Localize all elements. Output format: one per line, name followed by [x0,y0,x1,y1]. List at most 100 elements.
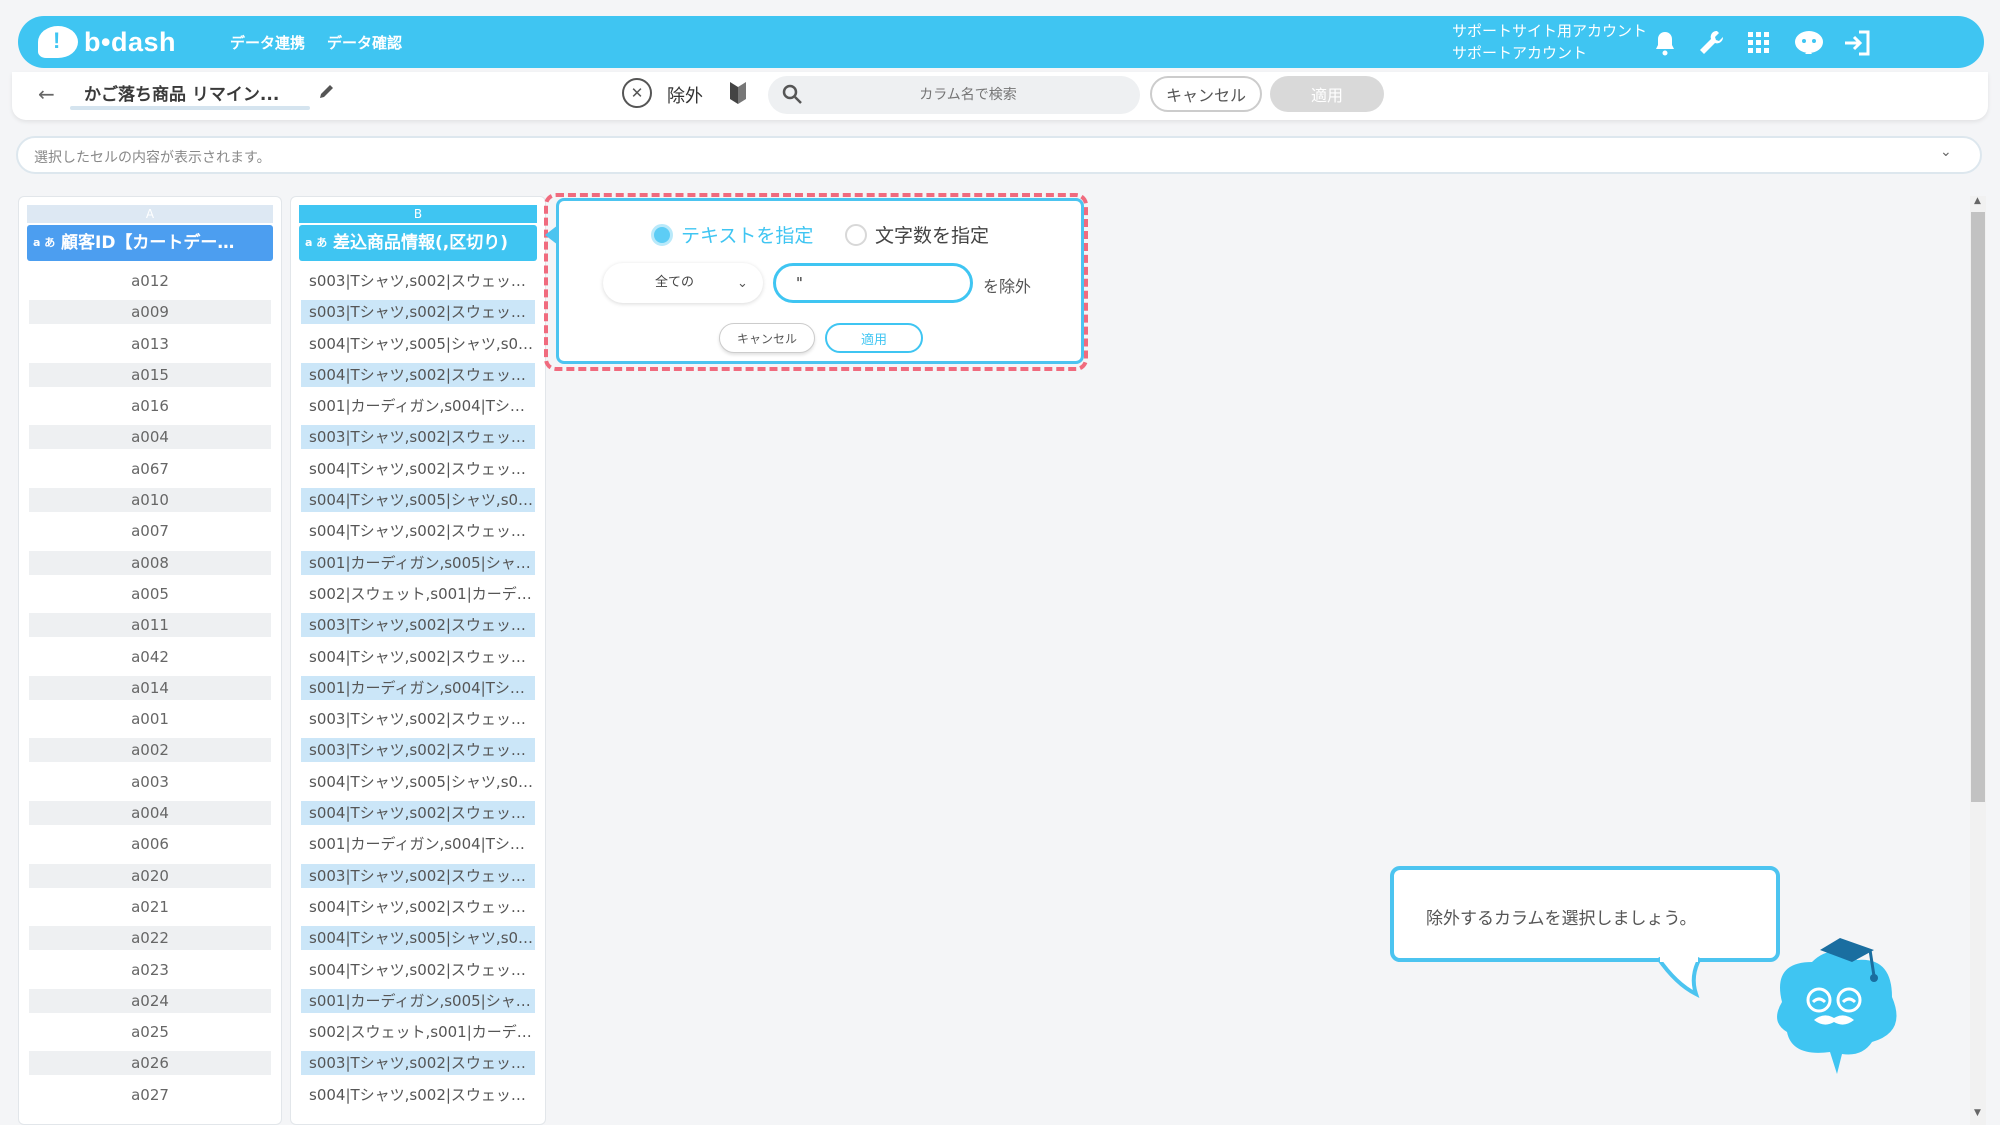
table-cell[interactable]: a024 [29,988,271,1013]
table-cell[interactable]: s004|Tシャツ,s002|スウェッ… [301,362,535,387]
account-info[interactable]: サポートサイト用アカウント サポートアカウント [1452,20,1647,64]
table-cell[interactable]: a001 [29,707,271,731]
table-cell[interactable]: s001|カーディガン,s004|Tシ… [301,832,535,856]
scrollbar-thumb[interactable] [1971,212,1985,802]
scroll-up-arrow-icon[interactable]: ▲ [1974,196,1981,206]
back-arrow-icon[interactable]: ← [38,82,55,106]
table-cell[interactable]: s004|Tシャツ,s005|シャツ,s0… [301,488,535,513]
nav-data-check[interactable]: データ確認 [327,32,402,53]
beginner-mark-icon[interactable] [728,80,748,110]
flow-name[interactable]: かご落ち商品 リマイン... [84,80,279,105]
table-cell[interactable]: s004|Tシャツ,s002|スウェッ… [301,457,535,481]
table-cell[interactable]: s004|Tシャツ,s005|シャツ,s0… [301,926,535,951]
column-search[interactable] [768,76,1140,114]
table-cell[interactable]: a002 [29,738,271,763]
table-cell[interactable]: s003|Tシャツ,s002|スウェッ… [301,1051,535,1076]
account-name: サポートサイト用アカウント [1452,22,1648,40]
table-cell[interactable]: a020 [29,863,271,888]
cancel-button[interactable]: キャンセル [1150,76,1262,112]
radio-specify-text[interactable]: テキストを指定 [651,221,813,248]
table-cell[interactable]: a008 [29,550,271,575]
table-cell[interactable]: s001|カーディガン,s005|シャ… [301,988,535,1013]
app-logo[interactable]: b•dash [38,26,208,58]
exclude-text-input[interactable] [773,263,973,303]
cell-content-bar[interactable]: 選択したセルの内容が表示されます。 ⌄ [16,136,1982,174]
table-cell[interactable]: a003 [29,770,271,794]
cell-content-placeholder: 選択したセルの内容が表示されます。 [34,150,271,166]
apply-button[interactable]: 適用 [1270,76,1384,112]
table-cell[interactable]: a012 [29,269,271,293]
bell-icon[interactable] [1648,26,1682,60]
radio-specify-length[interactable]: 文字数を指定 [845,221,989,248]
column-search-input[interactable] [818,76,1118,114]
table-cell[interactable]: a022 [29,926,271,951]
table-cell[interactable]: a021 [29,895,271,919]
support-chat-icon[interactable] [1792,26,1826,60]
chevron-down-icon[interactable]: ⌄ [1940,144,1952,160]
table-cell[interactable]: s003|Tシャツ,s002|スウェッ… [301,738,535,763]
wrench-icon[interactable] [1694,26,1728,60]
mascot-character-icon[interactable] [1762,932,1922,1082]
table-cell[interactable]: s002|スウェット,s001|カーデ… [301,1020,535,1044]
table-cell[interactable]: s004|Tシャツ,s002|スウェッ… [301,645,535,669]
table-cell[interactable]: s004|Tシャツ,s002|スウェッ… [301,519,535,543]
table-cell[interactable]: s003|Tシャツ,s002|スウェッ… [301,613,535,638]
table-cell[interactable]: a023 [29,958,271,982]
popup-apply-button[interactable]: 適用 [825,323,923,353]
table-cell[interactable]: a013 [29,332,271,356]
table-cell[interactable]: a004 [29,801,271,826]
radio-selected-icon [651,223,673,246]
table-cell[interactable]: s004|Tシャツ,s005|シャツ,s0… [301,770,535,794]
match-mode-select[interactable]: 全ての ⌄ [603,263,763,303]
scroll-down-arrow-icon[interactable]: ▼ [1974,1108,1981,1118]
table-cell[interactable]: s003|Tシャツ,s002|スウェッ… [301,425,535,450]
column-name: 顧客ID【カートデー… [61,233,235,253]
table-cell[interactable]: s001|カーディガン,s004|Tシ… [301,394,535,418]
operation-label: 除外 [667,86,703,107]
table-cell[interactable]: a009 [29,300,271,325]
table-cell[interactable]: a014 [29,675,271,700]
table-cell[interactable]: a026 [29,1051,271,1076]
table-cell[interactable]: s004|Tシャツ,s002|スウェッ… [301,895,535,919]
table-cell[interactable]: a004 [29,425,271,450]
column-letter: A [27,205,273,223]
table-cell[interactable]: s004|Tシャツ,s002|スウェッ… [301,801,535,826]
table-cell[interactable]: s003|Tシャツ,s002|スウェッ… [301,863,535,888]
chevron-down-icon: ⌄ [737,276,748,291]
column-header[interactable]: a あ 顧客ID【カートデー… [27,225,273,261]
nav-data-integration[interactable]: データ連携 [230,32,305,53]
table-cell[interactable]: a005 [29,582,271,606]
table-cell[interactable]: a011 [29,613,271,638]
table-cell[interactable]: a027 [29,1083,271,1107]
column-a: A a あ 顧客ID【カートデー… a012 a009 a013 a015 a016 a0… [18,196,282,1125]
guide-speech-bubble: 除外するカラムを選択しましょう。 [1390,866,1780,962]
table-cell[interactable]: a016 [29,394,271,418]
table-cell[interactable]: s003|Tシャツ,s002|スウェッ… [301,300,535,325]
table-cell[interactable]: s001|カーディガン,s004|Tシ… [301,675,535,700]
column-header[interactable]: a あ 差込商品情報(,区切り) [299,225,537,261]
table-cell[interactable]: a042 [29,645,271,669]
column-cells: s003|Tシャツ,s002|スウェッ… s003|Tシャツ,s002|スウェッ…… [291,269,545,1107]
table-cell[interactable]: a006 [29,832,271,856]
table-cell[interactable]: s004|Tシャツ,s002|スウェッ… [301,958,535,982]
speech-bubble-tail [1656,956,1702,998]
popup-cancel-button[interactable]: キャンセル [719,323,815,353]
pencil-icon[interactable] [318,82,336,104]
table-cell[interactable]: a007 [29,519,271,543]
table-cell[interactable]: s001|カーディガン,s005|シャ… [301,550,535,575]
logout-icon[interactable] [1840,26,1874,60]
table-cell[interactable]: a015 [29,362,271,387]
table-cell[interactable]: s004|Tシャツ,s002|スウェッ… [301,1083,535,1107]
radio-label: 文字数を指定 [875,225,990,247]
table-cell[interactable]: s003|Tシャツ,s002|スウェッ… [301,707,535,731]
table-cell[interactable]: s004|Tシャツ,s005|シャツ,s0… [301,332,535,356]
table-cell[interactable]: s003|Tシャツ,s002|スウェッ… [301,269,535,293]
logo-icon [38,26,78,58]
table-cell[interactable]: a067 [29,457,271,481]
table-cell[interactable]: s002|スウェット,s001|カーデ… [301,582,535,606]
table-cell[interactable]: a025 [29,1020,271,1044]
text-type-icon: a あ [33,236,56,249]
apps-grid-icon[interactable] [1742,26,1776,60]
table-cell[interactable]: a010 [29,488,271,513]
column-b: B a あ 差込商品情報(,区切り) s003|Tシャツ,s002|スウェッ… s… [290,196,546,1125]
